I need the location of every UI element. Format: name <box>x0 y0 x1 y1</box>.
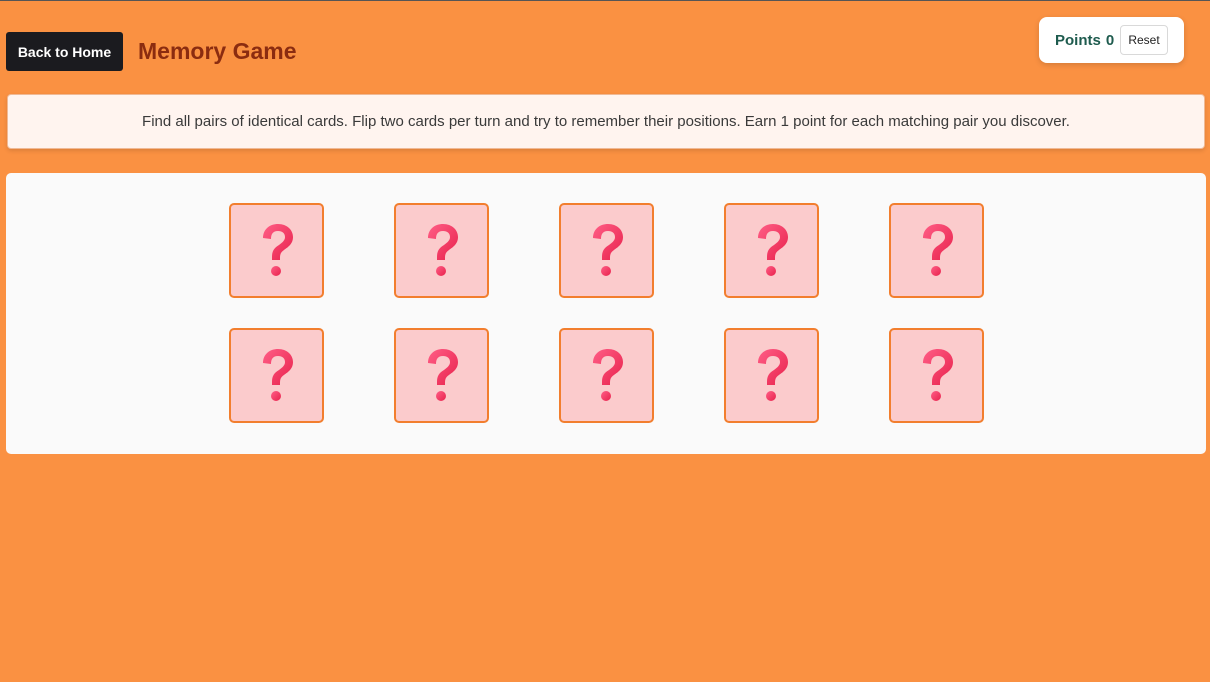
question-mark-icon <box>257 223 297 279</box>
memory-card[interactable] <box>394 203 489 298</box>
question-mark-icon <box>752 223 792 279</box>
points-value: 0 <box>1105 31 1115 49</box>
memory-card[interactable] <box>229 328 324 423</box>
question-mark-icon <box>917 223 957 279</box>
reset-button[interactable]: Reset <box>1120 25 1168 55</box>
page-title: Memory Game <box>138 38 297 64</box>
question-mark-icon <box>752 348 792 404</box>
memory-card[interactable] <box>889 203 984 298</box>
memory-card[interactable] <box>724 328 819 423</box>
points-label: Points <box>1055 31 1101 49</box>
game-board <box>6 173 1206 454</box>
question-mark-icon <box>422 223 462 279</box>
memory-card[interactable] <box>724 203 819 298</box>
memory-card[interactable] <box>229 203 324 298</box>
question-mark-icon <box>587 348 627 404</box>
card-grid <box>229 203 984 423</box>
instructions-banner: Find all pairs of identical cards. Flip … <box>7 94 1205 149</box>
memory-card[interactable] <box>394 328 489 423</box>
back-to-home-button[interactable]: Back to Home <box>6 32 123 71</box>
instructions-text: Find all pairs of identical cards. Flip … <box>142 113 1070 130</box>
memory-card[interactable] <box>559 328 654 423</box>
question-mark-icon <box>257 348 297 404</box>
memory-card[interactable] <box>889 328 984 423</box>
memory-card[interactable] <box>559 203 654 298</box>
question-mark-icon <box>917 348 957 404</box>
score-panel: Points 0 Reset <box>1039 17 1184 63</box>
question-mark-icon <box>587 223 627 279</box>
question-mark-icon <box>422 348 462 404</box>
